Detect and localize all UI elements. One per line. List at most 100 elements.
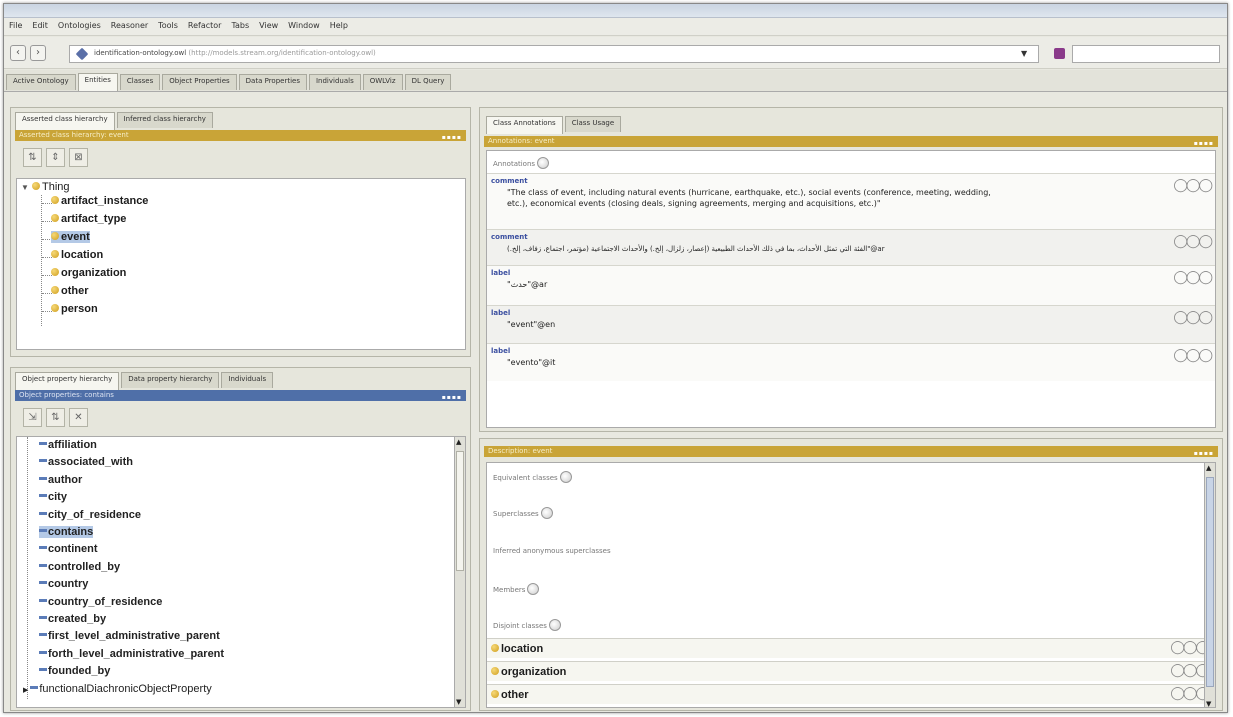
property-label: created_by xyxy=(48,613,107,625)
class-item-person[interactable]: person xyxy=(51,303,98,315)
add-equivalent-classes-icon[interactable] xyxy=(559,471,572,483)
view-controls-icon[interactable]: ▪▪▪▪ xyxy=(442,132,462,143)
delete-class-icon[interactable]: ⊠ xyxy=(69,148,88,167)
tab-entities[interactable]: Entities xyxy=(77,73,118,91)
delete-property-icon[interactable]: ✕ xyxy=(69,408,88,427)
tab-object-properties[interactable]: Object Properties xyxy=(162,74,237,90)
tab-owlviz[interactable]: OWLViz xyxy=(362,74,403,90)
menu-help[interactable]: Help xyxy=(325,18,353,30)
annotation-actions-icon[interactable]: ◯◯◯ xyxy=(1173,178,1213,193)
subtab-class-usage[interactable]: Class Usage xyxy=(564,116,622,132)
disjoint-class-row[interactable]: other ◯◯◯ xyxy=(487,684,1212,704)
subtab-class-annotations[interactable]: Class Annotations xyxy=(486,116,563,134)
menu-edit[interactable]: Edit xyxy=(27,18,53,30)
add-superclasses-icon[interactable] xyxy=(540,507,553,519)
property-item-functionaldiachronicobjectproperty[interactable]: ▶ functionalDiachronicObjectProperty xyxy=(23,683,212,695)
property-icon xyxy=(39,546,47,550)
ontology-address-field[interactable]: identification-ontology.owl (http://mode… xyxy=(69,45,1039,63)
property-item-city-of-residence[interactable]: city_of_residence xyxy=(39,509,141,521)
property-item-created-by[interactable]: created_by xyxy=(39,613,106,625)
property-item-country[interactable]: country xyxy=(39,578,88,590)
expand-icon[interactable]: ▼ xyxy=(21,183,29,192)
menu-file[interactable]: File xyxy=(4,18,27,30)
dropdown-arrow-icon[interactable]: ▼ xyxy=(1021,49,1027,58)
add-subclass-icon[interactable]: ⇅ xyxy=(23,148,42,167)
disjoint-class-row[interactable]: location ◯◯◯ xyxy=(487,638,1212,658)
annotation-actions-icon[interactable]: ◯◯◯ xyxy=(1173,234,1213,249)
add-members-icon[interactable] xyxy=(527,583,540,595)
annotation-actions-icon[interactable]: ◯◯◯ xyxy=(1173,270,1213,285)
add-sibling-icon[interactable]: ⇕ xyxy=(46,148,65,167)
view-controls-icon[interactable]: ▪▪▪▪ xyxy=(1194,138,1214,149)
view-controls-icon[interactable]: ▪▪▪▪ xyxy=(442,392,462,403)
row-actions-icon[interactable]: ◯◯◯ xyxy=(1170,640,1210,655)
annotation-row[interactable]: comment الفئة التي تمثل الأحداث، بما في ذ… xyxy=(487,229,1215,265)
tab-data-properties[interactable]: Data Properties xyxy=(238,74,307,90)
scroll-thumb[interactable] xyxy=(456,451,464,571)
scroll-down-icon[interactable]: ▼ xyxy=(456,698,461,706)
scroll-down-icon[interactable]: ▼ xyxy=(1206,700,1211,707)
menu-ontologies[interactable]: Ontologies xyxy=(53,18,106,30)
add-annotation-icon[interactable] xyxy=(537,157,550,169)
subtab-object-property-hierarchy[interactable]: Object property hierarchy xyxy=(15,372,120,390)
property-item-city[interactable]: city xyxy=(39,491,67,503)
tab-classes[interactable]: Classes xyxy=(119,74,161,90)
property-item-controlled-by[interactable]: controlled_by xyxy=(39,561,120,573)
expand-icon[interactable]: ▶ xyxy=(23,687,30,694)
row-actions-icon[interactable]: ◯◯◯ xyxy=(1170,686,1210,701)
property-item-associated-with[interactable]: associated_with xyxy=(39,456,133,468)
annotation-value: "حدث"@ar xyxy=(507,280,548,289)
property-item-forth-level-administrative-parent[interactable]: forth_level_administrative_parent xyxy=(39,648,224,660)
annotation-row[interactable]: comment "The class of event, including na… xyxy=(487,173,1215,229)
class-item-event[interactable]: event xyxy=(51,231,90,243)
subtab-asserted-class-hierarchy[interactable]: Asserted class hierarchy xyxy=(15,112,115,130)
property-item-founded-by[interactable]: founded_by xyxy=(39,665,110,677)
menu-view[interactable]: View xyxy=(254,18,283,30)
annotation-row[interactable]: label "حدث"@ar ◯◯◯ xyxy=(487,265,1215,305)
menu-reasoner[interactable]: Reasoner xyxy=(106,18,153,30)
tab-active-ontology[interactable]: Active Ontology xyxy=(6,74,76,90)
subtab-data-property-hierarchy[interactable]: Data property hierarchy xyxy=(121,372,220,388)
annotation-row[interactable]: label "evento"@it ◯◯◯ xyxy=(487,343,1215,381)
description-scrollbar[interactable]: ▲ ▼ xyxy=(1204,463,1215,707)
add-sibling-property-icon[interactable]: ⇅ xyxy=(46,408,65,427)
scroll-up-icon[interactable]: ▲ xyxy=(456,438,461,446)
search-input[interactable] xyxy=(1072,45,1220,63)
subtab-inferred-class-hierarchy[interactable]: Inferred class hierarchy xyxy=(116,112,213,128)
section-label: Superclasses xyxy=(493,510,539,518)
annotation-actions-icon[interactable]: ◯◯◯ xyxy=(1173,348,1213,363)
scroll-thumb[interactable] xyxy=(1206,477,1214,687)
subtab-individuals[interactable]: Individuals xyxy=(221,372,274,388)
menu-tabs[interactable]: Tabs xyxy=(226,18,254,30)
property-scrollbar[interactable]: ▲ ▼ xyxy=(454,437,465,707)
class-item-artifact-type[interactable]: artifact_type xyxy=(51,213,126,225)
scroll-up-icon[interactable]: ▲ xyxy=(1206,464,1211,472)
property-item-contains[interactable]: contains xyxy=(39,526,94,538)
forward-button[interactable]: › xyxy=(30,45,46,61)
property-item-first-level-administrative-parent[interactable]: first_level_administrative_parent xyxy=(39,630,220,642)
menu-window[interactable]: Window xyxy=(283,18,325,30)
class-item-other[interactable]: other xyxy=(51,285,89,297)
class-item-organization[interactable]: organization xyxy=(51,267,126,279)
property-item-continent[interactable]: continent xyxy=(39,543,98,555)
tab-dl-query[interactable]: DL Query xyxy=(404,74,452,90)
annotations-label: Annotations xyxy=(493,157,550,169)
class-item-artifact-instance[interactable]: artifact_instance xyxy=(51,195,148,207)
back-button[interactable]: ‹ xyxy=(10,45,26,61)
view-controls-icon[interactable]: ▪▪▪▪ xyxy=(1194,448,1214,459)
property-item-affiliation[interactable]: affiliation xyxy=(39,439,97,451)
menu-refactor[interactable]: Refactor xyxy=(183,18,227,30)
add-disjoint-classes-icon[interactable] xyxy=(548,619,561,631)
tab-individuals[interactable]: Individuals xyxy=(308,74,361,90)
menu-tools[interactable]: Tools xyxy=(153,18,183,30)
tree-root[interactable]: ▼ Thing xyxy=(21,181,70,193)
row-actions-icon[interactable]: ◯◯◯ xyxy=(1170,663,1210,678)
class-item-location[interactable]: location xyxy=(51,249,103,261)
annotation-header: Annotations: event ▪▪▪▪ xyxy=(484,136,1218,147)
annotation-actions-icon[interactable]: ◯◯◯ xyxy=(1173,310,1213,325)
property-item-author[interactable]: author xyxy=(39,474,82,486)
disjoint-class-row[interactable]: organization ◯◯◯ xyxy=(487,661,1212,681)
annotation-row[interactable]: label "event"@en ◯◯◯ xyxy=(487,305,1215,343)
add-subproperty-icon[interactable]: ⇲ xyxy=(23,408,42,427)
property-item-country-of-residence[interactable]: country_of_residence xyxy=(39,596,162,608)
